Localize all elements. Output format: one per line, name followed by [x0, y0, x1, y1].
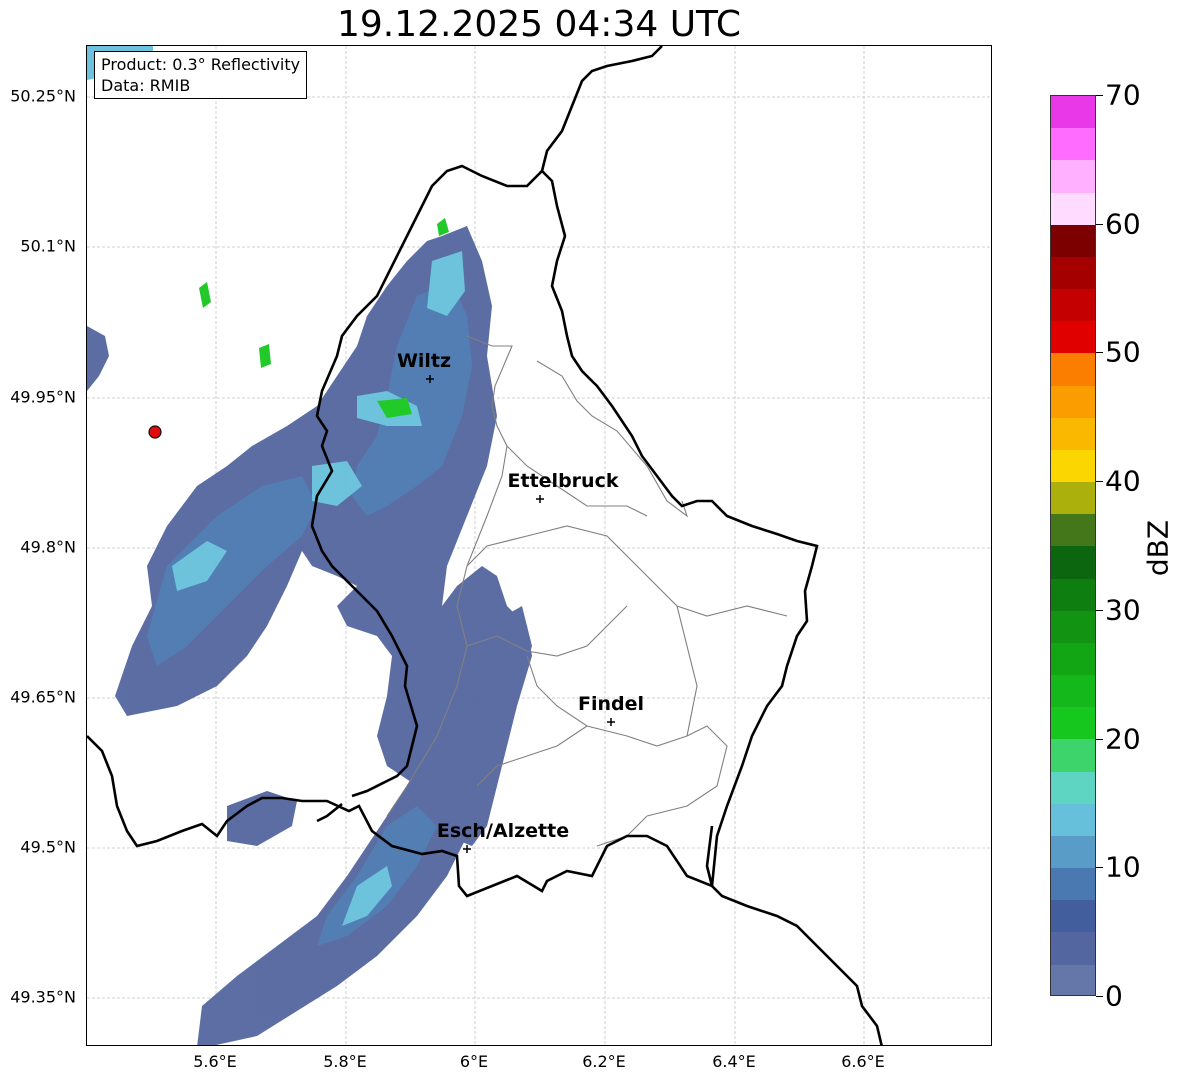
city-label-findel: Findel: [577, 693, 645, 715]
canton-line: [596, 815, 648, 847]
colorbar-swatch: [1051, 385, 1095, 418]
colorbar-tick: [1096, 352, 1103, 354]
city-label-esch: Esch/Alzette: [436, 820, 570, 842]
colorbar-tick-label: 10: [1105, 850, 1141, 884]
echo-area: [437, 218, 449, 236]
city-marker: [536, 495, 544, 503]
colorbar-swatch: [1051, 289, 1095, 322]
lon-label: 6°E: [459, 1052, 489, 1071]
colorbar-tick: [1096, 95, 1103, 96]
radar-map: [87, 46, 991, 1045]
colorbar-tick-label: 70: [1105, 78, 1141, 112]
colorbar-swatch: [1051, 868, 1095, 901]
colorbar: [1050, 95, 1096, 996]
colorbar-swatch: [1051, 224, 1095, 257]
canton-line: [526, 655, 728, 817]
colorbar-swatch: [1051, 353, 1095, 386]
lat-label: 50.25°N: [10, 86, 76, 106]
colorbar-tick: [1096, 481, 1103, 483]
colorbar-tick: [1096, 738, 1103, 740]
lon-label: 6.6°E: [841, 1052, 885, 1071]
lat-label: 49.35°N: [10, 987, 76, 1007]
city-marker: [463, 845, 471, 853]
colorbar-swatch: [1051, 256, 1095, 290]
colorbar-tick: [1096, 609, 1103, 611]
echo-area: [199, 282, 211, 308]
colorbar-swatch: [1051, 739, 1095, 772]
canton-line: [676, 605, 698, 737]
colorbar-swatch: [1051, 964, 1095, 995]
colorbar-tick-label: 20: [1105, 722, 1141, 756]
colorbar-swatch: [1051, 932, 1095, 965]
product-label: Product: 0.3° Reflectivity: [101, 55, 301, 74]
lat-label: 50.1°N: [20, 236, 76, 256]
colorbar-tick-label: 0: [1105, 979, 1123, 1013]
colorbar-tick: [1096, 996, 1103, 997]
colorbar-swatch: [1051, 835, 1095, 869]
colorbar-swatch: [1051, 192, 1095, 225]
colorbar-tick-label: 40: [1105, 464, 1141, 498]
colorbar-swatch: [1051, 578, 1095, 611]
echo-area: [87, 326, 109, 391]
lon-label: 5.6°E: [193, 1052, 237, 1071]
radar-site-marker: [148, 425, 162, 439]
colorbar-swatch: [1051, 417, 1095, 450]
border-line: [316, 802, 343, 823]
colorbar-swatch: [1051, 803, 1095, 836]
map-area[interactable]: [86, 45, 992, 1046]
colorbar-swatch: [1051, 546, 1095, 579]
canton-line: [466, 525, 788, 617]
echo-area: [259, 344, 271, 368]
colorbar-swatch: [1051, 707, 1095, 740]
canton-line: [536, 360, 689, 518]
radar-echoes: [87, 46, 532, 1045]
border-line: [711, 885, 883, 1045]
colorbar-tick-label: 50: [1105, 335, 1141, 369]
lon-label: 5.8°E: [323, 1052, 367, 1071]
data-source-label: Data: RMIB: [101, 76, 191, 95]
colorbar-swatch: [1051, 128, 1095, 161]
colorbar-tick: [1096, 867, 1103, 869]
colorbar-swatch: [1051, 449, 1095, 483]
lon-label: 6.4°E: [712, 1052, 756, 1071]
colorbar-swatch: [1051, 642, 1095, 676]
colorbar-swatch: [1051, 96, 1095, 129]
lat-label: 49.8°N: [20, 537, 76, 557]
border-line: [540, 46, 663, 172]
lat-label: 49.95°N: [10, 387, 76, 407]
colorbar-swatch: [1051, 675, 1095, 708]
city-label-wiltz: Wiltz: [396, 350, 452, 372]
city-label-ettelbruck: Ettelbruck: [507, 470, 619, 492]
map-title: 19.12.2025 04:34 UTC: [336, 4, 742, 45]
colorbar-label: dBZ: [1141, 519, 1175, 577]
colorbar-swatch: [1051, 771, 1095, 804]
colorbar-swatch: [1051, 482, 1095, 515]
product-info-box: Product: 0.3° Reflectivity Data: RMIB: [94, 51, 308, 99]
colorbar-tick: [1096, 223, 1103, 225]
city-marker: [607, 718, 615, 726]
lat-label: 49.5°N: [20, 837, 76, 857]
colorbar-swatch: [1051, 900, 1095, 933]
colorbar-tick-label: 60: [1105, 207, 1141, 241]
colorbar-swatch: [1051, 514, 1095, 547]
colorbar-swatch: [1051, 321, 1095, 354]
colorbar-swatch: [1051, 160, 1095, 193]
colorbar-tick-label: 30: [1105, 593, 1141, 627]
lat-label: 49.65°N: [10, 687, 76, 707]
colorbar-swatch: [1051, 610, 1095, 643]
lon-label: 6.2°E: [582, 1052, 626, 1071]
